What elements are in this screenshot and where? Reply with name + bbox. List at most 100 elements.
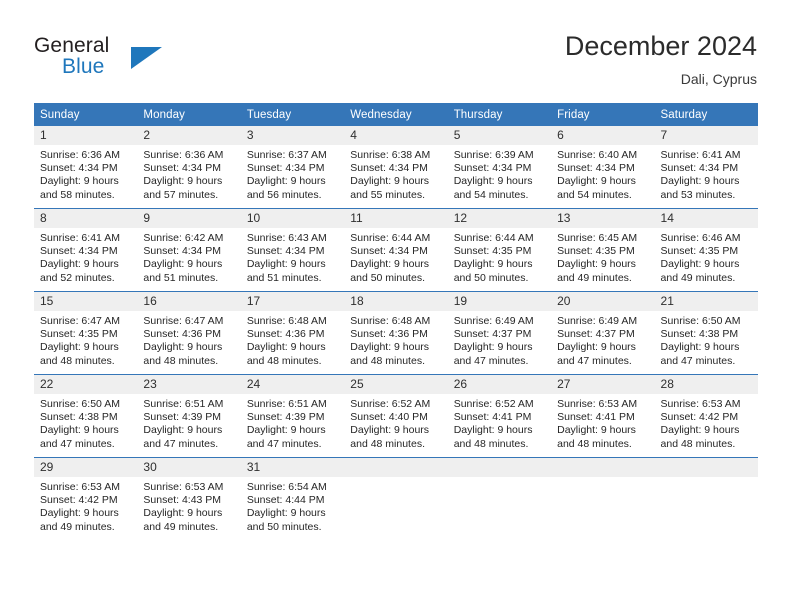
day-number: 14: [660, 211, 674, 225]
daylight-text-line1: Daylight: 9 hours: [143, 341, 223, 354]
day-number: 8: [40, 211, 47, 225]
daylight-text-line1: Daylight: 9 hours: [246, 424, 326, 437]
day-number: 9: [143, 211, 151, 225]
daylight-text-line1: Daylight: 9 hours: [557, 258, 636, 271]
day-number-band: 30: [137, 458, 241, 477]
day-number-band: 1: [34, 126, 138, 145]
day-number-band: 15: [34, 292, 138, 311]
calendar-day-cell[interactable]: 6 Sunrise: 6:40 AM Sunset: 4:34 PM Daylight…: [551, 126, 655, 209]
calendar-day-cell[interactable]: 9 Sunrise: 6:42 AM Sunset: 4:34 PM Daylight…: [137, 208, 241, 292]
calendar-day-cell[interactable]: 26 Sunrise: 6:52 AM Sunset: 4:41 PM Dayligh…: [447, 374, 552, 458]
day-number: 31: [246, 460, 261, 474]
calendar-day-cell[interactable]: 25 Sunrise: 6:52 AM Sunset: 4:40 PM Dayligh…: [344, 374, 448, 458]
day-cell-details: Sunrise: 6:45 AM Sunset: 4:35 PM Daylight:…: [551, 228, 654, 285]
daylight-text-line2: and 48 minutes.: [350, 354, 425, 367]
day-number-band: 14: [654, 209, 758, 228]
day-cell-inner: 24 Sunrise: 6:51 AM Sunset: 4:39 PM Dayligh…: [240, 375, 345, 457]
calendar-day-cell[interactable]: 28 Sunrise: 6:53 AM Sunset: 4:42 PM Dayligh…: [654, 374, 758, 458]
daylight-text-line1: Daylight: 9 hours: [246, 258, 326, 271]
calendar-day-cell[interactable]: 18 Sunrise: 6:48 AM Sunset: 4:36 PM Dayligh…: [344, 291, 448, 375]
day-number-band: 2: [137, 126, 241, 145]
calendar-week-row: 22 Sunrise: 6:50 AM Sunset: 4:38 PM Dayligh…: [34, 374, 758, 458]
day-cell-inner: 22 Sunrise: 6:50 AM Sunset: 4:38 PM Dayligh…: [34, 375, 138, 457]
daylight-text-line1: Daylight: 9 hours: [660, 175, 740, 188]
day-number-band: 26: [447, 375, 552, 394]
day-number: 28: [660, 377, 674, 391]
calendar-day-cell[interactable]: 4 Sunrise: 6:38 AM Sunset: 4:34 PM Daylight…: [344, 126, 448, 209]
calendar-day-cell[interactable]: 21 Sunrise: 6:50 AM Sunset: 4:38 PM Dayligh…: [654, 291, 758, 375]
day-number-band: 12: [447, 209, 552, 228]
daylight-text-line2: and 51 minutes.: [143, 271, 219, 284]
day-cell-inner: 30 Sunrise: 6:53 AM Sunset: 4:43 PM Dayligh…: [137, 458, 241, 540]
sunset-text: Sunset: 4:35 PM: [453, 245, 532, 258]
calendar-day-cell[interactable]: 14 Sunrise: 6:46 AM Sunset: 4:35 PM Dayligh…: [654, 208, 758, 292]
day-number: 4: [350, 128, 357, 142]
day-number: 5: [453, 128, 461, 142]
weekday-header-wednesday: Wednesday: [344, 103, 448, 126]
calendar-week-row: 1 Sunrise: 6:36 AM Sunset: 4:34 PM Daylight…: [34, 126, 758, 209]
calendar-day-cell[interactable]: 3 Sunrise: 6:37 AM Sunset: 4:34 PM Daylight…: [240, 126, 345, 209]
calendar-day-cell[interactable]: 5 Sunrise: 6:39 AM Sunset: 4:34 PM Daylight…: [447, 126, 552, 209]
daylight-text-line2: and 55 minutes.: [350, 188, 425, 201]
calendar-day-cell[interactable]: 19 Sunrise: 6:49 AM Sunset: 4:37 PM Dayligh…: [447, 291, 552, 375]
calendar-day-cell[interactable]: 12 Sunrise: 6:44 AM Sunset: 4:35 PM Dayligh…: [447, 208, 552, 292]
day-cell-inner: 7 Sunrise: 6:41 AM Sunset: 4:34 PM Daylight…: [654, 126, 758, 208]
day-cell-inner: 1 Sunrise: 6:36 AM Sunset: 4:34 PM Daylight…: [34, 126, 138, 208]
day-cell-details: Sunrise: 6:52 AM Sunset: 4:40 PM Daylight:…: [344, 394, 447, 451]
calendar-day-cell[interactable]: 8 Sunrise: 6:41 AM Sunset: 4:34 PM Daylight…: [34, 208, 138, 292]
day-cell-details: Sunrise: 6:36 AM Sunset: 4:34 PM Daylight:…: [137, 145, 240, 202]
day-cell-details: Sunrise: 6:40 AM Sunset: 4:34 PM Daylight:…: [551, 145, 654, 202]
daylight-text-line2: and 47 minutes.: [660, 354, 736, 367]
daylight-text-line1: Daylight: 9 hours: [143, 175, 223, 188]
calendar-day-cell[interactable]: 20 Sunrise: 6:49 AM Sunset: 4:37 PM Dayligh…: [551, 291, 655, 375]
calendar-day-cell[interactable]: 16 Sunrise: 6:47 AM Sunset: 4:36 PM Dayligh…: [137, 291, 241, 375]
calendar-day-cell[interactable]: 2 Sunrise: 6:36 AM Sunset: 4:34 PM Daylight…: [137, 126, 241, 209]
day-cell-details: Sunrise: 6:53 AM Sunset: 4:43 PM Daylight:…: [137, 477, 240, 534]
day-number: 2: [143, 128, 151, 142]
calendar-day-cell[interactable]: 22 Sunrise: 6:50 AM Sunset: 4:38 PM Dayligh…: [34, 374, 138, 458]
daylight-text-line2: and 47 minutes.: [143, 437, 219, 450]
daylight-text-line1: Daylight: 9 hours: [143, 258, 223, 271]
sunset-text: Sunset: 4:35 PM: [660, 245, 739, 258]
day-cell-inner: 15 Sunrise: 6:47 AM Sunset: 4:35 PM Dayligh…: [34, 292, 138, 374]
daylight-text-line2: and 49 minutes.: [143, 520, 219, 533]
sunset-text: Sunset: 4:34 PM: [350, 245, 428, 258]
daylight-text-line2: and 47 minutes.: [40, 437, 115, 450]
day-number: 1: [40, 128, 47, 142]
calendar-day-cell[interactable]: 13 Sunrise: 6:45 AM Sunset: 4:35 PM Dayligh…: [551, 208, 655, 292]
day-cell-inner: 16 Sunrise: 6:47 AM Sunset: 4:36 PM Dayligh…: [137, 292, 241, 374]
day-number: 26: [453, 377, 468, 391]
calendar-day-cell[interactable]: 27 Sunrise: 6:53 AM Sunset: 4:41 PM Dayligh…: [551, 374, 655, 458]
day-cell-inner: 31 Sunrise: 6:54 AM Sunset: 4:44 PM Dayligh…: [240, 458, 345, 540]
day-cell-inner: [447, 458, 552, 540]
sunrise-text: Sunrise: 6:51 AM: [246, 398, 327, 410]
sunrise-text: Sunrise: 6:52 AM: [350, 398, 431, 410]
sunrise-text: Sunrise: 6:40 AM: [557, 149, 638, 161]
day-cell-inner: 12 Sunrise: 6:44 AM Sunset: 4:35 PM Dayligh…: [447, 209, 552, 291]
calendar-day-cell[interactable]: 29 Sunrise: 6:53 AM Sunset: 4:42 PM Dayligh…: [34, 457, 138, 540]
brand-logo[interactable]: General Blue: [34, 34, 264, 86]
day-number: 19: [453, 294, 468, 308]
calendar-day-cell[interactable]: 23 Sunrise: 6:51 AM Sunset: 4:39 PM Dayligh…: [137, 374, 241, 458]
sunrise-text: Sunrise: 6:36 AM: [143, 149, 224, 161]
daylight-text-line1: Daylight: 9 hours: [40, 175, 119, 188]
daylight-text-line2: and 50 minutes.: [246, 520, 322, 533]
sunrise-text: Sunrise: 6:44 AM: [453, 232, 534, 244]
calendar-day-cell-empty: [344, 457, 448, 540]
calendar-day-cell[interactable]: 24 Sunrise: 6:51 AM Sunset: 4:39 PM Dayligh…: [240, 374, 345, 458]
daylight-text-line1: Daylight: 9 hours: [557, 424, 636, 437]
calendar-day-cell[interactable]: 1 Sunrise: 6:36 AM Sunset: 4:34 PM Daylight…: [34, 126, 138, 209]
calendar-day-cell[interactable]: 31 Sunrise: 6:54 AM Sunset: 4:44 PM Dayligh…: [240, 457, 345, 540]
day-number-band: 23: [137, 375, 241, 394]
sunrise-text: Sunrise: 6:50 AM: [660, 315, 741, 327]
calendar-day-cell[interactable]: 7 Sunrise: 6:41 AM Sunset: 4:34 PM Daylight…: [654, 126, 758, 209]
calendar-day-cell[interactable]: 30 Sunrise: 6:53 AM Sunset: 4:43 PM Dayligh…: [137, 457, 241, 540]
day-cell-details: Sunrise: 6:38 AM Sunset: 4:34 PM Daylight:…: [344, 145, 447, 202]
calendar-day-cell[interactable]: 11 Sunrise: 6:44 AM Sunset: 4:34 PM Dayligh…: [344, 208, 448, 292]
day-cell-inner: 4 Sunrise: 6:38 AM Sunset: 4:34 PM Daylight…: [344, 126, 448, 208]
calendar-day-cell-empty: [654, 457, 758, 540]
calendar-day-cell[interactable]: 10 Sunrise: 6:43 AM Sunset: 4:34 PM Dayligh…: [240, 208, 345, 292]
calendar-day-cell[interactable]: 17 Sunrise: 6:48 AM Sunset: 4:36 PM Dayligh…: [240, 291, 345, 375]
calendar-day-cell[interactable]: 15 Sunrise: 6:47 AM Sunset: 4:35 PM Dayligh…: [34, 291, 138, 375]
sunset-text: Sunset: 4:34 PM: [246, 245, 325, 258]
